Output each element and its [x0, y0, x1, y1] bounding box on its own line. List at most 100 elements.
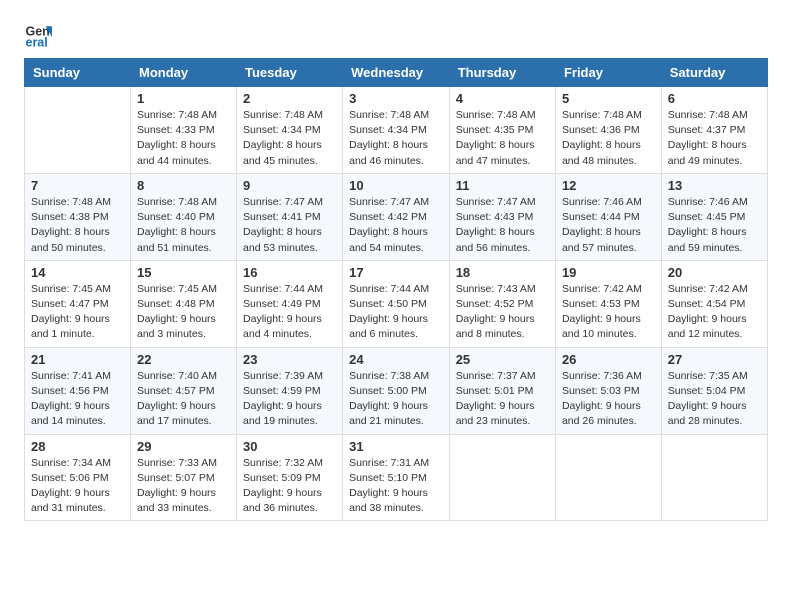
day-info: Sunrise: 7:42 AM Sunset: 4:53 PM Dayligh… [562, 282, 655, 343]
week-row-4: 28 Sunrise: 7:34 AM Sunset: 5:06 PM Dayli… [25, 434, 768, 521]
week-row-2: 14 Sunrise: 7:45 AM Sunset: 4:47 PM Dayli… [25, 260, 768, 347]
day-info: Sunrise: 7:37 AM Sunset: 5:01 PM Dayligh… [456, 369, 549, 430]
day-info: Sunrise: 7:47 AM Sunset: 4:41 PM Dayligh… [243, 195, 336, 256]
day-info: Sunrise: 7:46 AM Sunset: 4:44 PM Dayligh… [562, 195, 655, 256]
day-info: Sunrise: 7:31 AM Sunset: 5:10 PM Dayligh… [349, 456, 443, 517]
page-header: Gen eral [24, 20, 768, 48]
header-row: SundayMondayTuesdayWednesdayThursdayFrid… [25, 59, 768, 87]
day-number: 14 [31, 265, 124, 280]
day-info: Sunrise: 7:45 AM Sunset: 4:48 PM Dayligh… [137, 282, 230, 343]
day-number: 9 [243, 178, 336, 193]
day-cell: 10 Sunrise: 7:47 AM Sunset: 4:42 PM Dayli… [343, 173, 450, 260]
day-number: 16 [243, 265, 336, 280]
day-cell: 19 Sunrise: 7:42 AM Sunset: 4:53 PM Dayli… [555, 260, 661, 347]
calendar-table: SundayMondayTuesdayWednesdayThursdayFrid… [24, 58, 768, 521]
calendar-header: SundayMondayTuesdayWednesdayThursdayFrid… [25, 59, 768, 87]
day-cell: 16 Sunrise: 7:44 AM Sunset: 4:49 PM Dayli… [237, 260, 343, 347]
day-cell: 17 Sunrise: 7:44 AM Sunset: 4:50 PM Dayli… [343, 260, 450, 347]
day-cell: 8 Sunrise: 7:48 AM Sunset: 4:40 PM Daylig… [130, 173, 236, 260]
day-info: Sunrise: 7:48 AM Sunset: 4:34 PM Dayligh… [243, 108, 336, 169]
day-number: 12 [562, 178, 655, 193]
day-cell: 1 Sunrise: 7:48 AM Sunset: 4:33 PM Daylig… [130, 87, 236, 174]
day-info: Sunrise: 7:48 AM Sunset: 4:35 PM Dayligh… [456, 108, 549, 169]
day-info: Sunrise: 7:48 AM Sunset: 4:38 PM Dayligh… [31, 195, 124, 256]
day-number: 29 [137, 439, 230, 454]
day-number: 26 [562, 352, 655, 367]
day-cell: 12 Sunrise: 7:46 AM Sunset: 4:44 PM Dayli… [555, 173, 661, 260]
day-cell: 13Sunrise: 7:46 AM Sunset: 4:45 PM Dayli… [661, 173, 767, 260]
day-number: 15 [137, 265, 230, 280]
day-info: Sunrise: 7:33 AM Sunset: 5:07 PM Dayligh… [137, 456, 230, 517]
day-info: Sunrise: 7:48 AM Sunset: 4:33 PM Dayligh… [137, 108, 230, 169]
day-cell: 22 Sunrise: 7:40 AM Sunset: 4:57 PM Dayli… [130, 347, 236, 434]
svg-text:eral: eral [26, 35, 48, 48]
day-info: Sunrise: 7:44 AM Sunset: 4:50 PM Dayligh… [349, 282, 443, 343]
day-cell: 11 Sunrise: 7:47 AM Sunset: 4:43 PM Dayli… [449, 173, 555, 260]
day-number: 21 [31, 352, 124, 367]
day-info: Sunrise: 7:41 AM Sunset: 4:56 PM Dayligh… [31, 369, 124, 430]
day-number: 24 [349, 352, 443, 367]
day-cell: 29 Sunrise: 7:33 AM Sunset: 5:07 PM Dayli… [130, 434, 236, 521]
day-number: 5 [562, 91, 655, 106]
day-info: Sunrise: 7:46 AM Sunset: 4:45 PM Dayligh… [668, 195, 761, 256]
day-cell: 26Sunrise: 7:36 AM Sunset: 5:03 PM Dayli… [555, 347, 661, 434]
week-row-3: 21 Sunrise: 7:41 AM Sunset: 4:56 PM Dayli… [25, 347, 768, 434]
day-cell: 9 Sunrise: 7:47 AM Sunset: 4:41 PM Daylig… [237, 173, 343, 260]
day-number: 8 [137, 178, 230, 193]
header-cell-wednesday: Wednesday [343, 59, 450, 87]
header-cell-friday: Friday [555, 59, 661, 87]
logo-icon: Gen eral [24, 20, 52, 48]
day-cell: 25Sunrise: 7:37 AM Sunset: 5:01 PM Dayli… [449, 347, 555, 434]
day-number: 10 [349, 178, 443, 193]
day-info: Sunrise: 7:43 AM Sunset: 4:52 PM Dayligh… [456, 282, 549, 343]
day-number: 4 [456, 91, 549, 106]
day-number: 18 [456, 265, 549, 280]
day-number: 22 [137, 352, 230, 367]
day-info: Sunrise: 7:47 AM Sunset: 4:42 PM Dayligh… [349, 195, 443, 256]
day-number: 20 [668, 265, 761, 280]
day-cell: 20 Sunrise: 7:42 AM Sunset: 4:54 PM Dayli… [661, 260, 767, 347]
header-cell-monday: Monday [130, 59, 236, 87]
day-info: Sunrise: 7:48 AM Sunset: 4:40 PM Dayligh… [137, 195, 230, 256]
day-cell: 2 Sunrise: 7:48 AM Sunset: 4:34 PM Daylig… [237, 87, 343, 174]
logo: Gen eral [24, 20, 56, 48]
day-cell: 18 Sunrise: 7:43 AM Sunset: 4:52 PM Dayli… [449, 260, 555, 347]
day-number: 27 [668, 352, 761, 367]
header-cell-thursday: Thursday [449, 59, 555, 87]
day-info: Sunrise: 7:47 AM Sunset: 4:43 PM Dayligh… [456, 195, 549, 256]
week-row-0: 1 Sunrise: 7:48 AM Sunset: 4:33 PM Daylig… [25, 87, 768, 174]
day-number: 23 [243, 352, 336, 367]
day-number: 19 [562, 265, 655, 280]
day-number: 1 [137, 91, 230, 106]
day-cell [25, 87, 131, 174]
day-number: 30 [243, 439, 336, 454]
day-number: 11 [456, 178, 549, 193]
day-cell [555, 434, 661, 521]
day-info: Sunrise: 7:39 AM Sunset: 4:59 PM Dayligh… [243, 369, 336, 430]
day-cell [661, 434, 767, 521]
day-cell: 5Sunrise: 7:48 AM Sunset: 4:36 PM Daylig… [555, 87, 661, 174]
day-number: 31 [349, 439, 443, 454]
day-info: Sunrise: 7:40 AM Sunset: 4:57 PM Dayligh… [137, 369, 230, 430]
day-info: Sunrise: 7:38 AM Sunset: 5:00 PM Dayligh… [349, 369, 443, 430]
day-cell: 7Sunrise: 7:48 AM Sunset: 4:38 PM Daylig… [25, 173, 131, 260]
day-cell: 3Sunrise: 7:48 AM Sunset: 4:34 PM Daylig… [343, 87, 450, 174]
day-cell [449, 434, 555, 521]
day-info: Sunrise: 7:48 AM Sunset: 4:34 PM Dayligh… [349, 108, 443, 169]
header-cell-tuesday: Tuesday [237, 59, 343, 87]
day-info: Sunrise: 7:32 AM Sunset: 5:09 PM Dayligh… [243, 456, 336, 517]
day-cell: 6Sunrise: 7:48 AM Sunset: 4:37 PM Daylig… [661, 87, 767, 174]
week-row-1: 7Sunrise: 7:48 AM Sunset: 4:38 PM Daylig… [25, 173, 768, 260]
day-number: 2 [243, 91, 336, 106]
day-cell: 21 Sunrise: 7:41 AM Sunset: 4:56 PM Dayli… [25, 347, 131, 434]
day-info: Sunrise: 7:44 AM Sunset: 4:49 PM Dayligh… [243, 282, 336, 343]
day-info: Sunrise: 7:42 AM Sunset: 4:54 PM Dayligh… [668, 282, 761, 343]
day-number: 17 [349, 265, 443, 280]
day-cell: 14 Sunrise: 7:45 AM Sunset: 4:47 PM Dayli… [25, 260, 131, 347]
day-info: Sunrise: 7:34 AM Sunset: 5:06 PM Dayligh… [31, 456, 124, 517]
day-info: Sunrise: 7:45 AM Sunset: 4:47 PM Dayligh… [31, 282, 124, 343]
day-cell: 30 Sunrise: 7:32 AM Sunset: 5:09 PM Dayli… [237, 434, 343, 521]
day-cell: 27Sunrise: 7:35 AM Sunset: 5:04 PM Dayli… [661, 347, 767, 434]
day-info: Sunrise: 7:48 AM Sunset: 4:37 PM Dayligh… [668, 108, 761, 169]
day-number: 28 [31, 439, 124, 454]
